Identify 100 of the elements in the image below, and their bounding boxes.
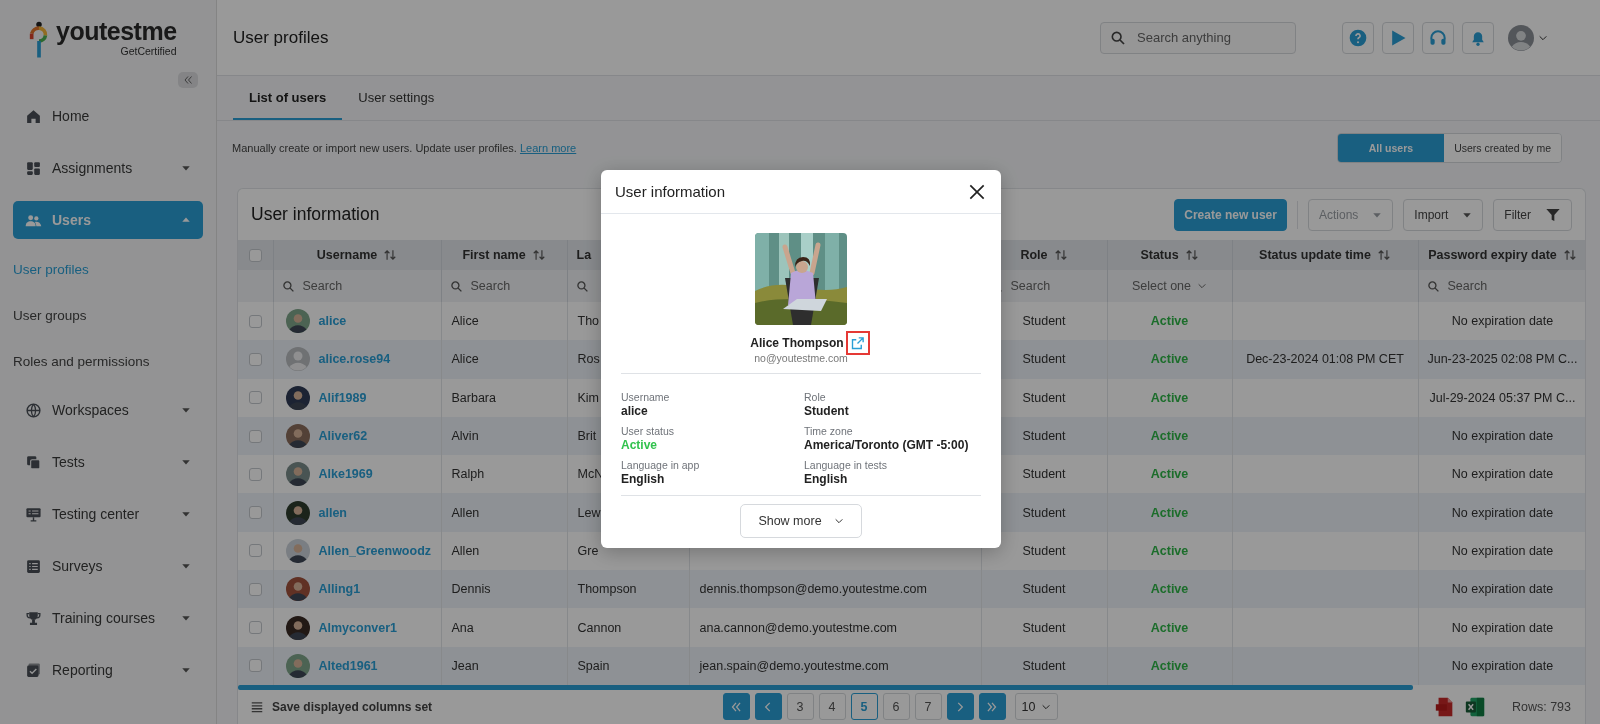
nav-item[interactable]: Users <box>13 201 203 239</box>
chevron-down-icon <box>1197 281 1208 291</box>
username-link[interactable]: Alke1969 <box>318 467 373 482</box>
stacked-squares-icon <box>25 453 42 471</box>
checkbox[interactable] <box>248 544 262 558</box>
search-field[interactable]: Search <box>1418 270 1585 302</box>
avatar <box>285 424 310 449</box>
nav-item[interactable]: Surveys <box>13 547 203 585</box>
status-text: Active <box>1150 505 1189 520</box>
table-cell: Thompson <box>577 582 637 597</box>
search-field[interactable]: Search <box>273 270 441 302</box>
table-cell: Ros <box>577 352 600 367</box>
table-cell: No expiration date <box>1451 467 1554 482</box>
view-toggle-button[interactable]: Users created by me <box>1444 134 1561 162</box>
tab[interactable]: List of users <box>233 76 343 120</box>
headset-icon <box>1428 27 1448 48</box>
search-input[interactable]: Search <box>468 278 559 294</box>
create-button[interactable]: Create new user <box>1174 198 1287 231</box>
table-cell: Jun-23-2025 02:08 PM C... <box>1427 352 1578 367</box>
table-cell: ana.cannon@demo.youtestme.com <box>699 620 898 635</box>
nav-item[interactable]: Tests <box>13 443 203 481</box>
checkbox[interactable] <box>248 659 262 673</box>
checkbox[interactable] <box>248 429 262 443</box>
previous-page-button[interactable] <box>754 693 782 721</box>
home-icon <box>25 107 42 125</box>
nav-subitem[interactable]: Roles and permissions <box>13 353 150 369</box>
column-header[interactable]: La <box>576 248 592 262</box>
field-label: Role <box>804 391 827 404</box>
show-more-button[interactable]: Show more <box>740 504 862 538</box>
view-toggle-button[interactable]: All users <box>1337 134 1445 162</box>
page-button[interactable]: 4 <box>818 693 846 721</box>
table-cell: Student <box>1022 620 1066 635</box>
notifications-button[interactable] <box>1462 21 1494 54</box>
first-page-button[interactable] <box>722 693 750 721</box>
table-cell: Student <box>1022 314 1066 329</box>
checkbox[interactable] <box>248 391 262 405</box>
avatar-placeholder-icon <box>285 347 310 372</box>
table-cell: Jul-29-2024 05:37 PM C... <box>1429 390 1576 405</box>
table-cell: Alice <box>451 352 479 367</box>
next-page-button[interactable] <box>946 693 974 721</box>
username-link[interactable]: Allen_Greenwoodz <box>318 543 432 558</box>
username-link[interactable]: Almyconver1 <box>318 620 397 635</box>
play-button[interactable] <box>1382 21 1414 54</box>
filter-button[interactable]: Filter <box>1493 198 1572 231</box>
save-columns-button[interactable]: Save displayed columns set <box>250 699 433 714</box>
nav-item[interactable]: Reporting <box>13 651 203 689</box>
support-button[interactable] <box>1422 21 1454 54</box>
horizontal-scrollbar[interactable] <box>238 684 1413 690</box>
search-field[interactable]: Search <box>441 270 567 302</box>
checkbox[interactable] <box>248 352 262 366</box>
trophy-icon <box>25 609 42 627</box>
checkbox[interactable] <box>248 506 262 520</box>
column-header[interactable]: Username <box>316 248 378 262</box>
profile-menu-button[interactable] <box>1508 24 1548 51</box>
search-field[interactable]: Search anything <box>1100 21 1296 54</box>
open-profile-button[interactable] <box>850 335 866 351</box>
table-cell: Student <box>1022 543 1066 558</box>
dropdown-button[interactable]: Import <box>1403 198 1484 231</box>
table-cell: No expiration date <box>1451 620 1554 635</box>
table-cell: Tho <box>577 314 600 329</box>
table-cell: Student <box>1022 505 1066 520</box>
checkbox[interactable] <box>248 582 262 596</box>
table-cell: Ralph <box>451 467 485 482</box>
help-button[interactable] <box>1342 21 1374 54</box>
search-input[interactable]: Search <box>300 278 395 294</box>
checkbox[interactable] <box>248 467 262 481</box>
page-button[interactable]: 7 <box>914 693 942 721</box>
tab[interactable]: User settings <box>342 76 451 120</box>
page-button[interactable]: 5 <box>850 693 878 721</box>
nav-subitem[interactable]: User groups <box>13 307 87 323</box>
page-size-dropdown[interactable]: 10 <box>1014 693 1059 721</box>
collapse-button[interactable] <box>178 72 198 88</box>
row-count: Rows: 793 <box>1511 699 1571 714</box>
table-cell: No expiration date <box>1451 429 1554 444</box>
table-cell: Student <box>1022 658 1066 673</box>
table-cell: jean.spain@demo.youtestme.com <box>699 658 889 673</box>
excel-export-button[interactable] <box>1463 695 1486 718</box>
status-dropdown[interactable]: Select one <box>1107 271 1231 301</box>
checkbox[interactable] <box>248 314 262 328</box>
nav-item[interactable]: Home <box>13 97 203 135</box>
field-label: Username <box>621 391 671 404</box>
field-value: English <box>804 472 849 487</box>
nav-item[interactable]: Workspaces <box>13 391 203 429</box>
nav-item[interactable]: Assignments <box>13 149 203 187</box>
checkbox[interactable] <box>248 248 262 262</box>
logo-tagline: GetCertified <box>120 45 177 57</box>
checkbox[interactable] <box>248 621 262 634</box>
nav-item[interactable]: Training courses <box>13 599 203 637</box>
page-button[interactable]: 6 <box>882 693 910 721</box>
page-button[interactable]: 3 <box>786 693 814 721</box>
username-link[interactable]: Alif1989 <box>318 390 367 405</box>
column-header[interactable]: Role <box>1020 248 1048 262</box>
last-page-button[interactable] <box>978 693 1006 721</box>
search-input[interactable]: Search <box>1008 278 1099 294</box>
field-label: User status <box>621 425 676 438</box>
username-link[interactable]: alice <box>318 314 347 329</box>
field-value: Active <box>621 438 659 453</box>
column-header[interactable]: Status <box>1140 248 1179 262</box>
search-input[interactable]: Search <box>1445 278 1540 294</box>
nav-item[interactable]: Testing center <box>13 495 203 533</box>
